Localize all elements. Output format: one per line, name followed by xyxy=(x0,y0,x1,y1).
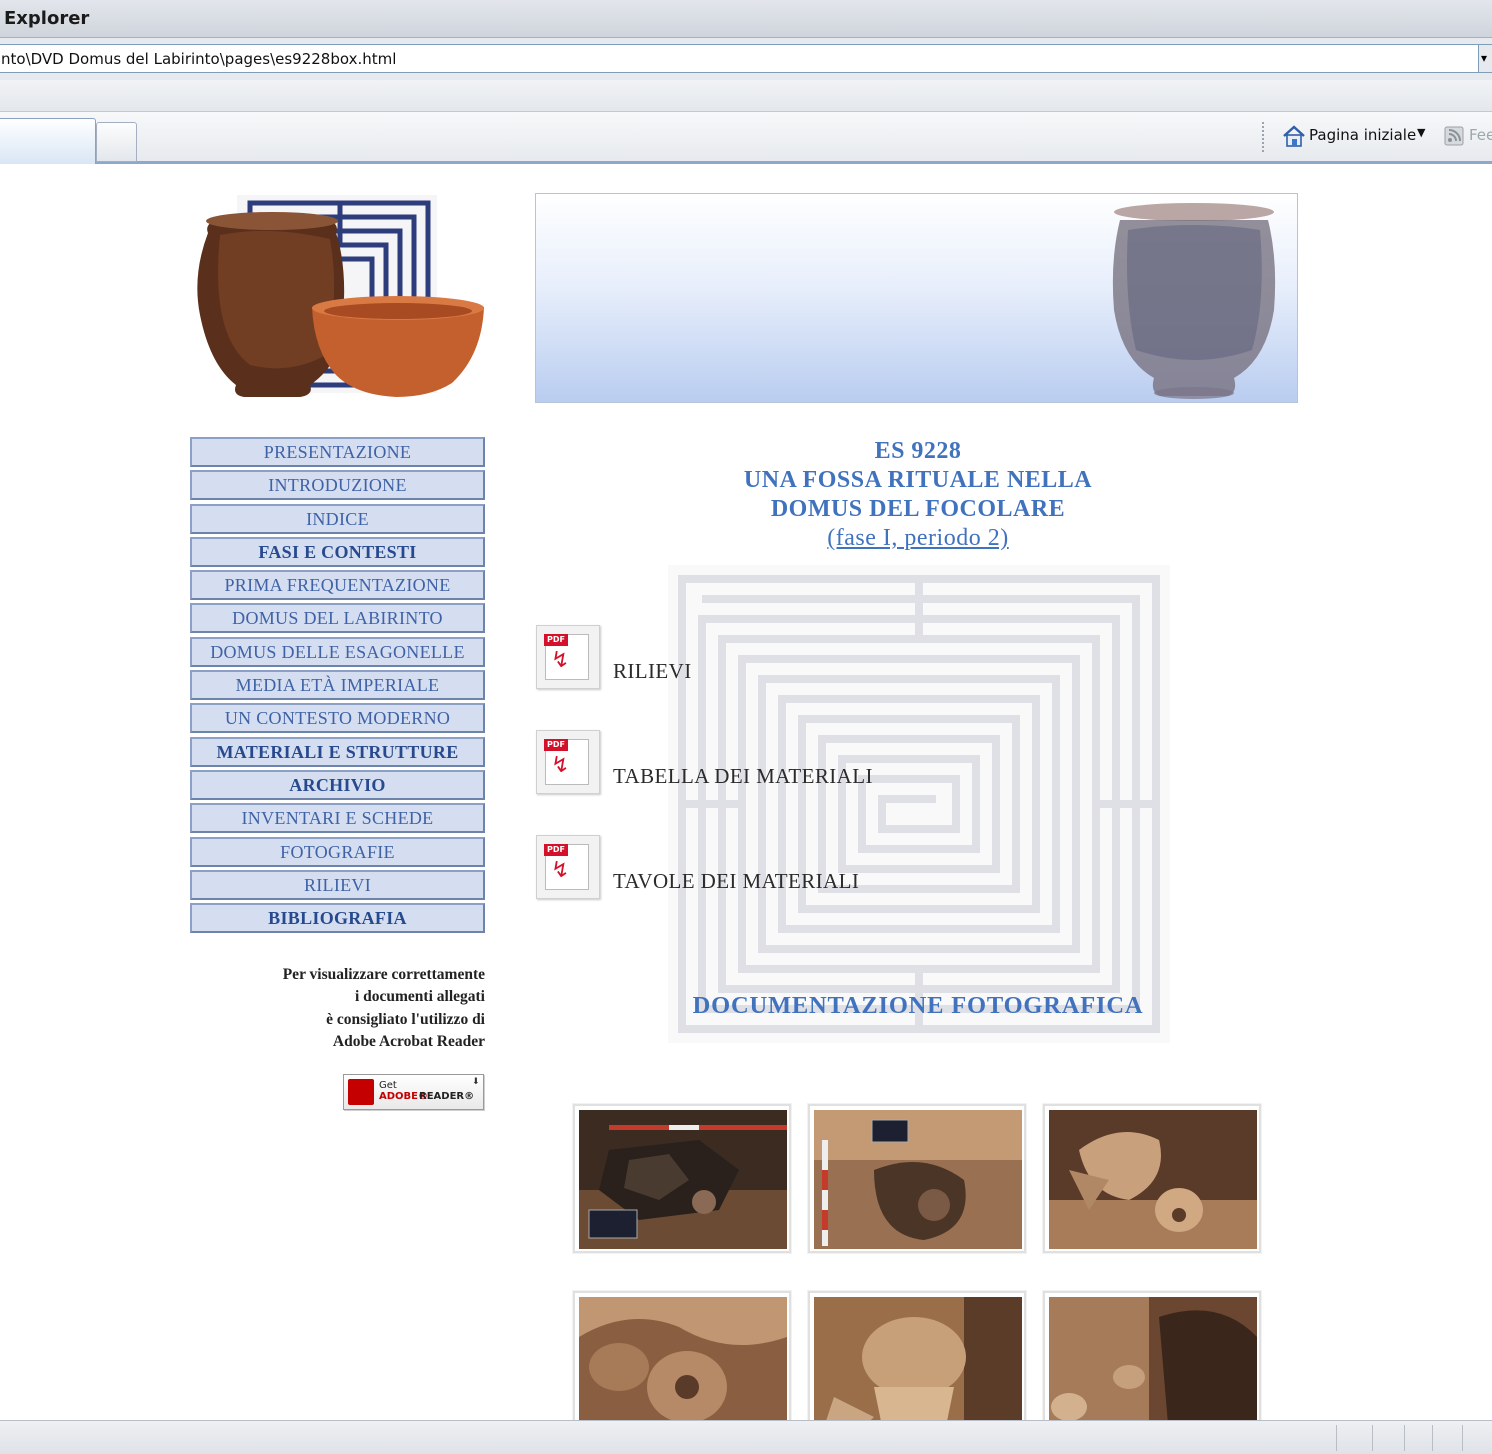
nav-fotografie[interactable]: FOTOGRAFIE xyxy=(190,836,485,867)
banner-vase xyxy=(1112,203,1276,399)
page-title: ES 9228 UNA FOSSA RITUALE NELLA DOMUS DE… xyxy=(600,437,1236,553)
toolbar-separator xyxy=(1262,122,1264,152)
feed-button-label[interactable]: Fee xyxy=(1469,126,1492,144)
excavation-photo xyxy=(814,1110,1022,1249)
chevron-down-icon: ▾ xyxy=(1481,51,1488,65)
new-tab-button[interactable] xyxy=(96,122,137,162)
nav-archivio[interactable]: ARCHIVIO xyxy=(190,769,485,800)
photo-thumbnail[interactable] xyxy=(1043,1104,1261,1253)
note-line: Adobe Acrobat Reader xyxy=(332,1033,485,1051)
tab-bar: Pagina iniziale ▼ Fee xyxy=(0,112,1492,164)
nav-rilievi[interactable]: RILIEVI xyxy=(190,869,485,900)
status-divider xyxy=(1404,1425,1405,1451)
photo-documentation-heading: DOCUMENTAZIONE FOTOGRAFICA xyxy=(692,992,1144,1019)
note-line: Per visualizzare correttamente xyxy=(282,966,485,983)
title-line: DOMUS DEL FOCOLARE xyxy=(770,496,1066,522)
pdf-icon[interactable]: PDF ↯ xyxy=(536,625,600,689)
document-tavole-dei-materiali[interactable]: PDF ↯ TAVOLE DEI MATERIALI xyxy=(536,835,936,901)
nav-fasi-e-contesti[interactable]: FASI E CONTESTI xyxy=(190,536,485,567)
pdf-tag: PDF xyxy=(544,634,568,646)
address-bar-row: nto\DVD Domus del Labirinto\pages\es9228… xyxy=(0,38,1492,80)
note-line: i documenti allegati xyxy=(354,988,485,1006)
pdf-icon[interactable]: PDF ↯ xyxy=(536,835,600,899)
title-line: UNA FOSSA RITUALE NELLA xyxy=(743,467,1093,493)
window-title: Explorer xyxy=(4,8,90,29)
feed-icon[interactable] xyxy=(1444,126,1464,146)
excavation-photo xyxy=(579,1297,787,1436)
document-label[interactable]: TAVOLE DEI MATERIALI xyxy=(613,869,859,894)
excavation-photo xyxy=(1049,1297,1257,1436)
document-label[interactable]: TABELLA DEI MATERIALI xyxy=(613,764,873,789)
nav-domus-delle-esagonelle[interactable]: DOMUS DELLE ESAGONELLE xyxy=(190,636,485,667)
get-adobe-reader-button[interactable]: Get ADOBE® READER® ⬇ xyxy=(343,1074,484,1110)
acrobat-swirl-icon: ↯ xyxy=(551,753,570,778)
note-line: è consigliato l'utilizzo di xyxy=(326,1010,485,1028)
acrobat-swirl-icon: ↯ xyxy=(551,858,570,883)
phase-link[interactable]: (fase I, periodo 2) xyxy=(827,524,1008,553)
home-icon[interactable] xyxy=(1282,124,1306,148)
header-banner xyxy=(535,193,1298,403)
window-titlebar: Explorer xyxy=(0,0,1492,38)
site-logo-vases xyxy=(197,195,484,397)
nav-presentazione[interactable]: PRESENTAZIONE xyxy=(190,437,485,467)
badge-get-text: Get xyxy=(379,1080,397,1091)
nav-indice[interactable]: INDICE xyxy=(190,503,485,534)
menu-bar xyxy=(0,80,1492,112)
photo-thumbnail[interactable] xyxy=(808,1104,1026,1253)
nav-materiali-e-strutture[interactable]: MATERIALI E STRUTTURE xyxy=(190,736,485,767)
status-divider xyxy=(1372,1425,1373,1451)
tab-current[interactable] xyxy=(0,118,96,164)
document-tabella-dei-materiali[interactable]: PDF ↯ TABELLA DEI MATERIALI xyxy=(536,730,936,796)
address-input[interactable]: nto\DVD Domus del Labirinto\pages\es9228… xyxy=(0,44,1480,73)
browser-status-bar xyxy=(0,1420,1492,1454)
acrobat-reader-note: Per visualizzare correttamente i documen… xyxy=(230,964,485,1054)
acrobat-swirl-icon: ↯ xyxy=(551,648,570,673)
excavation-photo xyxy=(579,1110,787,1249)
nav-prima-frequentazione[interactable]: PRIMA FREQUENTAZIONE xyxy=(190,570,485,601)
photo-thumbnail[interactable] xyxy=(573,1104,791,1253)
pdf-tag: PDF xyxy=(544,844,568,856)
excavation-photo xyxy=(1049,1110,1257,1249)
adobe-logo-icon xyxy=(348,1079,374,1105)
nav-introduzione[interactable]: INTRODUZIONE xyxy=(190,470,485,501)
pdf-icon[interactable]: PDF ↯ xyxy=(536,730,600,794)
title-code: ES 9228 xyxy=(874,438,962,464)
excavation-photo xyxy=(814,1297,1022,1436)
badge-reader-text: READER® xyxy=(419,1091,475,1102)
nav-inventari-e-schede[interactable]: INVENTARI E SCHEDE xyxy=(190,803,485,834)
document-rilievi[interactable]: PDF ↯ RILIEVI xyxy=(536,625,936,691)
nav-media-eta-imperiale[interactable]: MEDIA ETÀ IMPERIALE xyxy=(190,670,485,701)
home-dropdown-icon[interactable]: ▼ xyxy=(1417,126,1425,139)
home-button-label[interactable]: Pagina iniziale xyxy=(1309,126,1416,144)
download-arrow-icon: ⬇ xyxy=(472,1077,480,1087)
nav-domus-del-labirinto[interactable]: DOMUS DEL LABIRINTO xyxy=(190,603,485,634)
status-divider xyxy=(1462,1425,1463,1451)
left-navigation: PRESENTAZIONE INTRODUZIONE INDICE FASI E… xyxy=(190,437,485,936)
photo-thumbnail[interactable] xyxy=(573,1291,791,1440)
document-label[interactable]: RILIEVI xyxy=(613,659,692,684)
photo-thumbnail[interactable] xyxy=(808,1291,1026,1440)
status-divider xyxy=(1336,1425,1337,1451)
photo-thumbnail[interactable] xyxy=(1043,1291,1261,1440)
pdf-tag: PDF xyxy=(544,739,568,751)
address-dropdown-button[interactable]: ▾ xyxy=(1478,44,1492,73)
nav-bibliografia[interactable]: BIBLIOGRAFIA xyxy=(190,903,485,934)
nav-un-contesto-moderno[interactable]: UN CONTESTO MODERNO xyxy=(190,703,485,734)
status-divider xyxy=(1432,1425,1433,1451)
